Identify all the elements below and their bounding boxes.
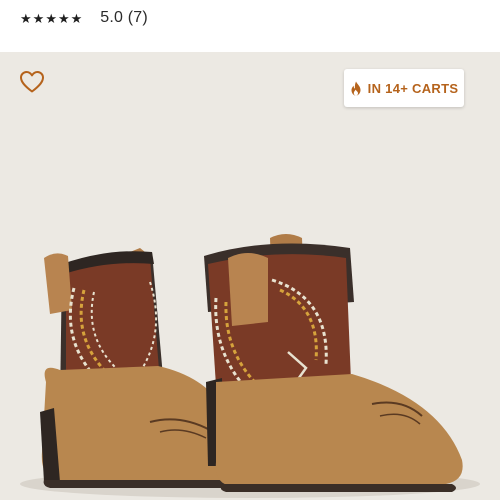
star-icon: ★ bbox=[57, 10, 70, 26]
star-icon: ★ bbox=[70, 10, 83, 26]
heart-outline-icon bbox=[20, 71, 44, 93]
favorite-button[interactable] bbox=[18, 69, 46, 95]
product-image bbox=[20, 234, 480, 498]
product-image-gallery[interactable]: IN 14+ CARTS bbox=[0, 52, 500, 500]
rating-summary[interactable]: 5.0 (7) bbox=[100, 9, 148, 27]
in-carts-label: IN 14+ CARTS bbox=[367, 80, 459, 96]
rating-row[interactable]: ★ ★ ★ ★ ★ 5.0 (7) bbox=[20, 6, 148, 30]
star-icon: ★ bbox=[20, 10, 32, 26]
flame-icon bbox=[351, 81, 361, 95]
right-boot bbox=[204, 234, 463, 492]
star-icon: ★ bbox=[32, 10, 45, 26]
star-icon: ★ bbox=[45, 10, 57, 26]
in-carts-badge: IN 14+ CARTS bbox=[344, 69, 464, 107]
rating-stars: ★ ★ ★ ★ ★ bbox=[20, 12, 82, 25]
